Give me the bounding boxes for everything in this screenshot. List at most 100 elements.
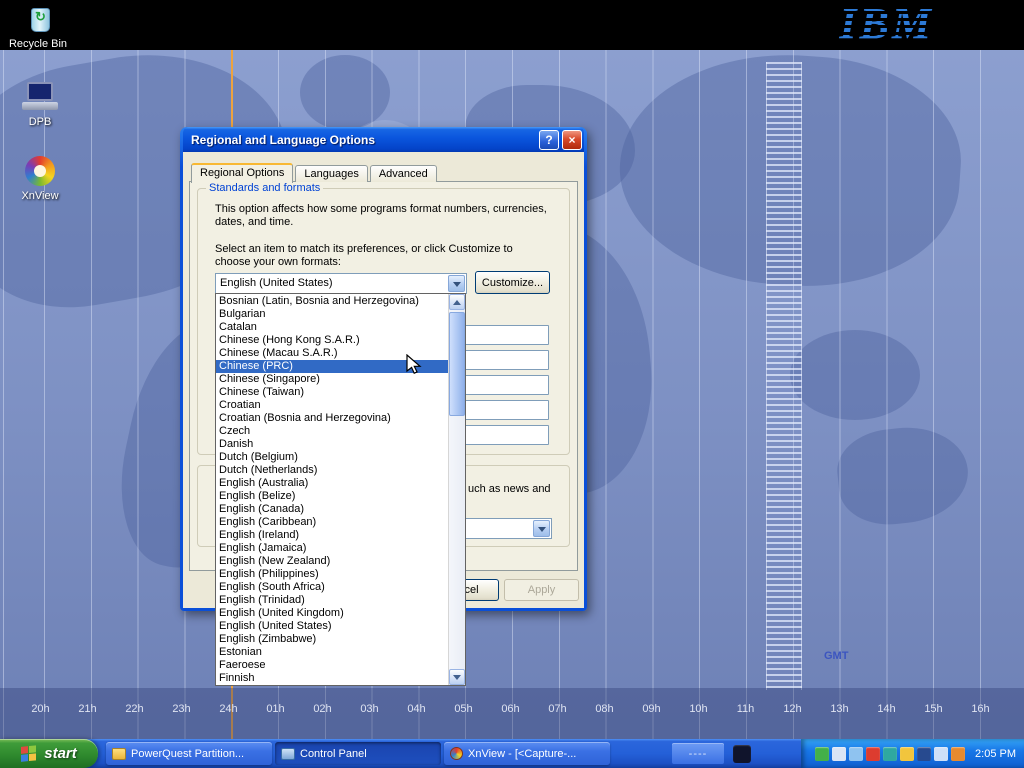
language-option[interactable]: English (New Zealand)	[216, 555, 448, 568]
tab-label: Regional Options	[200, 167, 284, 179]
apply-button[interactable]: Apply	[504, 579, 579, 601]
location-text-fragment: uch as news and	[468, 483, 551, 495]
windows-flag-icon	[21, 745, 38, 763]
timezone-label: 02h	[311, 703, 334, 715]
language-option[interactable]: English (Belize)	[216, 490, 448, 503]
recycle-arrows-icon: ↻	[35, 10, 46, 23]
timezone-label: 05h	[452, 703, 475, 715]
tray-icon-display[interactable]	[883, 747, 897, 761]
timezone-label: 20h	[29, 703, 52, 715]
recycle-bin-icon[interactable]: ↻	[26, 4, 56, 36]
language-option[interactable]: English (South Africa)	[216, 581, 448, 594]
arrow-down-icon	[453, 675, 461, 684]
timezone-label: 12h	[781, 703, 804, 715]
language-option[interactable]: English (Zimbabwe)	[216, 633, 448, 646]
desktop-icon-dpb[interactable]: DPB	[4, 82, 76, 130]
timezone-label: 08h	[593, 703, 616, 715]
mouse-cursor	[406, 354, 428, 376]
chevron-down-icon[interactable]	[448, 275, 465, 292]
language-option[interactable]: Estonian	[216, 646, 448, 659]
gmt-label: GMT	[824, 650, 848, 662]
language-option[interactable]: Bulgarian	[216, 308, 448, 321]
taskbar-overflow-button[interactable]: ----	[672, 743, 724, 764]
recycle-bin-label: Recycle Bin	[0, 38, 76, 50]
language-option[interactable]: Bosnian (Latin, Bosnia and Herzegovina)	[216, 295, 448, 308]
help-button[interactable]: ?	[539, 130, 559, 150]
taskbar-task-button[interactable]: Control Panel	[275, 742, 441, 765]
desktop: 20h21h22h23h24h01h02h03h04h05h06h07h08h0…	[0, 0, 1024, 768]
language-option[interactable]: Danish	[216, 438, 448, 451]
date-line-band	[766, 62, 802, 690]
timezone-label: 06h	[499, 703, 522, 715]
language-option[interactable]: Chinese (Hong Kong S.A.R.)	[216, 334, 448, 347]
language-option[interactable]: Catalan	[216, 321, 448, 334]
timezone-label: 03h	[358, 703, 381, 715]
dialog-title: Regional and Language Options	[191, 133, 536, 147]
customize-button[interactable]: Customize...	[475, 271, 550, 294]
tray-icon-volume[interactable]	[832, 747, 846, 761]
language-option[interactable]: English (Canada)	[216, 503, 448, 516]
arrow-up-icon	[453, 296, 461, 305]
language-option[interactable]: English (Trinidad)	[216, 594, 448, 607]
language-option[interactable]: Faeroese	[216, 659, 448, 672]
tray-icon-antivirus[interactable]	[866, 747, 880, 761]
ibm-logo-stripes	[839, 0, 934, 48]
taskbar-clock[interactable]: 2:05 PM	[975, 748, 1016, 760]
tray-icon-security[interactable]	[951, 747, 965, 761]
taskbar-task-button[interactable]: XnView - [<Capture-...	[444, 742, 610, 765]
timezone-label: 01h	[264, 703, 287, 715]
desktop-icon-xnview[interactable]: XnView	[4, 156, 76, 204]
laptop-base	[22, 102, 58, 110]
timezone-label: 09h	[640, 703, 663, 715]
language-option[interactable]: English (United States)	[216, 620, 448, 633]
taskbar-unknown-icon[interactable]	[733, 745, 751, 763]
taskbar-task-button[interactable]: PowerQuest Partition...	[106, 742, 272, 765]
timezone-label: 11h	[734, 703, 757, 715]
close-button[interactable]: ×	[562, 130, 582, 150]
scroll-up-button[interactable]	[449, 294, 465, 310]
language-option[interactable]: English (Australia)	[216, 477, 448, 490]
language-option[interactable]: Czech	[216, 425, 448, 438]
start-button[interactable]: start	[0, 739, 98, 768]
task-label: PowerQuest Partition...	[131, 748, 244, 760]
language-option[interactable]: English (Caribbean)	[216, 516, 448, 529]
timezone-label: 23h	[170, 703, 193, 715]
tray-icon-network[interactable]	[849, 747, 863, 761]
language-option[interactable]: Croatian (Bosnia and Herzegovina)	[216, 412, 448, 425]
scrollbar[interactable]	[448, 294, 465, 685]
timezone-label: 21h	[76, 703, 99, 715]
laptop-icon	[22, 82, 58, 112]
tab-label: Advanced	[379, 168, 428, 180]
timezone-label: 15h	[922, 703, 945, 715]
tab-label: Languages	[304, 168, 358, 180]
tray-icon-messenger[interactable]	[934, 747, 948, 761]
timezone-label: 04h	[405, 703, 428, 715]
tray-icon-safely-remove[interactable]	[815, 747, 829, 761]
task-window-icon	[281, 748, 295, 760]
format-select[interactable]: English (United States)	[215, 273, 467, 294]
timezone-label: 22h	[123, 703, 146, 715]
language-option[interactable]: Dutch (Netherlands)	[216, 464, 448, 477]
language-option[interactable]: Finnish	[216, 672, 448, 685]
task-label: Control Panel	[300, 748, 367, 760]
chevron-down-icon[interactable]	[533, 520, 550, 537]
task-window-icon	[450, 747, 463, 760]
language-option[interactable]: English (Ireland)	[216, 529, 448, 542]
dialog-tab[interactable]: Languages	[295, 165, 367, 182]
scrollbar-thumb[interactable]	[449, 312, 465, 416]
dialog-tab[interactable]: Regional Options	[191, 163, 293, 183]
tray-icon-power[interactable]	[917, 747, 931, 761]
language-option[interactable]: English (Philippines)	[216, 568, 448, 581]
language-option[interactable]: Dutch (Belgium)	[216, 451, 448, 464]
timezone-label: 07h	[546, 703, 569, 715]
language-option[interactable]: Croatian	[216, 399, 448, 412]
tray-icon-update[interactable]	[900, 747, 914, 761]
language-option[interactable]: Chinese (Taiwan)	[216, 386, 448, 399]
scroll-down-button[interactable]	[449, 669, 465, 685]
dialog-titlebar[interactable]: Regional and Language Options ? ×	[183, 127, 584, 152]
language-option[interactable]: English (United Kingdom)	[216, 607, 448, 620]
task-label: XnView - [<Capture-...	[468, 748, 576, 760]
standards-instruction: Select an item to match its preferences,…	[215, 243, 547, 269]
dialog-tab[interactable]: Advanced	[370, 165, 437, 182]
language-option[interactable]: English (Jamaica)	[216, 542, 448, 555]
